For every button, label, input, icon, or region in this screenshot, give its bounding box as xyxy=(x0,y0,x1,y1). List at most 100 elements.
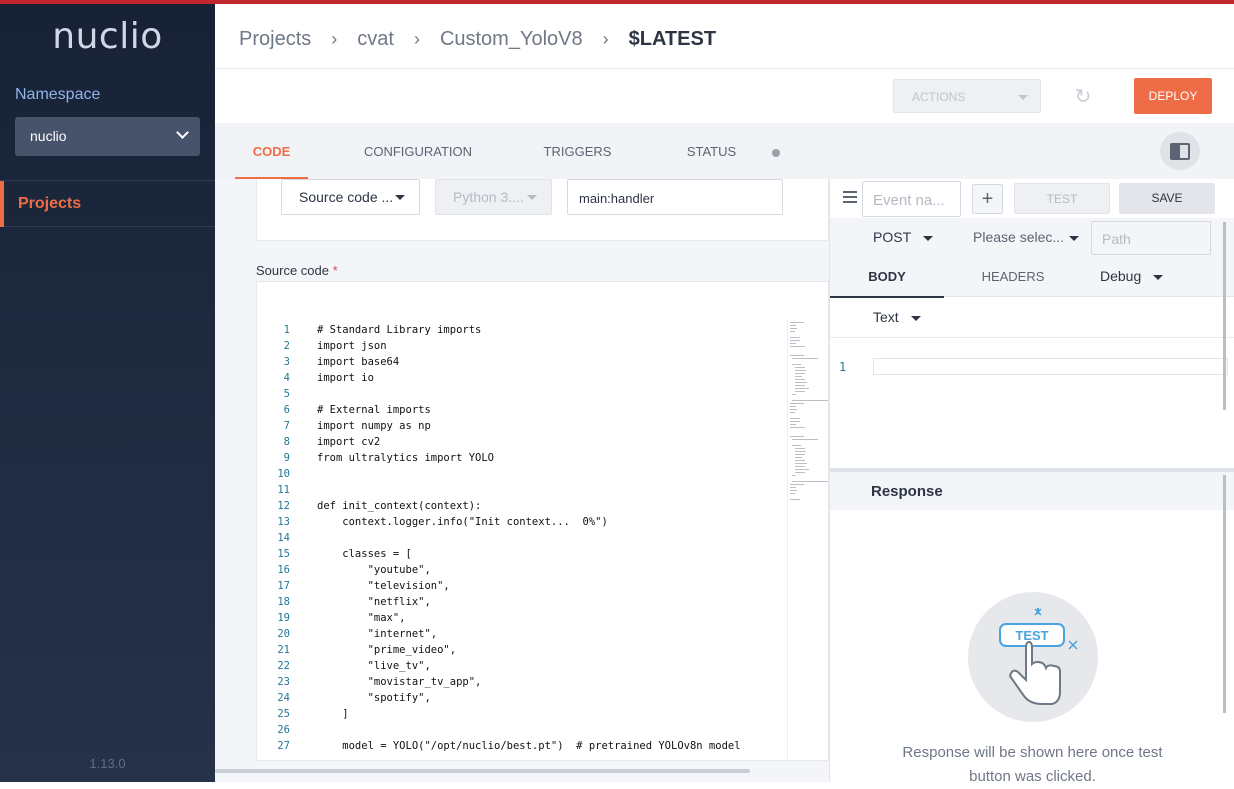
code-line[interactable]: 11 xyxy=(257,482,787,498)
deploy-button[interactable]: DEPLOY xyxy=(1134,78,1212,114)
code-lines[interactable]: 1 # Standard Library imports 2 import json 3… xyxy=(257,322,787,754)
breadcrumb-projects[interactable]: Projects xyxy=(239,28,311,51)
code-line[interactable]: 15 classes = [ xyxy=(257,546,787,562)
code-line[interactable]: 27 model = YOLO("/opt/nuclio/best.pt") #… xyxy=(257,738,787,754)
code-line[interactable]: 19 "max", xyxy=(257,610,787,626)
code-text: "spotify", xyxy=(317,692,431,704)
code-line[interactable]: 26 xyxy=(257,722,787,738)
minimap-line xyxy=(794,388,810,389)
body-format-select[interactable]: Text xyxy=(873,309,921,325)
code-line[interactable]: 16 "youtube", xyxy=(257,562,787,578)
handler-input[interactable]: main:handler xyxy=(567,179,783,215)
code-text: import cv2 xyxy=(317,436,381,448)
test-button[interactable]: TEST xyxy=(1014,183,1110,214)
minimap-line xyxy=(794,391,805,392)
add-event-button[interactable]: + xyxy=(972,184,1003,214)
line-number: 10 xyxy=(277,468,290,480)
code-line[interactable]: 23 "movistar_tv_app", xyxy=(257,674,787,690)
vertical-scrollbar[interactable] xyxy=(1223,222,1226,410)
code-line[interactable]: 4 import io xyxy=(257,370,787,386)
code-line[interactable]: 17 "television", xyxy=(257,578,787,594)
code-line[interactable]: 3 import base64 xyxy=(257,354,787,370)
code-line[interactable]: 20 "internet", xyxy=(257,626,787,642)
event-name-input[interactable]: Event na... xyxy=(862,181,961,217)
log-level-select[interactable]: Debug xyxy=(1100,268,1164,284)
sidebar-item-projects[interactable]: Projects xyxy=(0,180,215,227)
minimap-line xyxy=(794,379,806,380)
code-line[interactable]: 6 # External imports xyxy=(257,402,787,418)
code-text: import base64 xyxy=(317,356,400,368)
panel-toggle-button[interactable] xyxy=(1160,132,1200,170)
minimap-line xyxy=(792,481,828,482)
vertical-scrollbar[interactable] xyxy=(1223,475,1226,713)
path-input[interactable]: Path xyxy=(1091,221,1211,255)
breadcrumb-project[interactable]: cvat xyxy=(357,28,394,51)
minimap-line xyxy=(790,499,800,500)
code-editor[interactable]: 1 # Standard Library imports 2 import json 3… xyxy=(256,281,829,761)
minimap-line xyxy=(794,466,805,467)
code-minimap[interactable] xyxy=(787,320,828,760)
minimap-line xyxy=(794,376,803,377)
code-line[interactable]: 5 xyxy=(257,386,787,402)
namespace-select[interactable]: nuclio xyxy=(15,117,200,156)
body-editor[interactable]: 1 xyxy=(830,337,1234,468)
code-text: ] xyxy=(317,708,349,720)
test-panel: Event na... + TEST SAVE POST Please sele… xyxy=(829,179,1234,785)
chevron-right-icon: › xyxy=(331,29,338,49)
refresh-icon[interactable]: ↻ xyxy=(1073,87,1093,107)
tab-code[interactable]: CODE xyxy=(235,123,308,179)
menu-icon[interactable] xyxy=(843,191,857,203)
method-select[interactable]: POST xyxy=(873,229,934,245)
content-type-select[interactable]: Please selec... xyxy=(973,229,1080,245)
minimap-line xyxy=(794,448,805,449)
namespace-value: nuclio xyxy=(30,128,67,144)
code-line[interactable]: 9 from ultralytics import YOLO xyxy=(257,450,787,466)
header: Projects › cvat › Custom_YoloV8 › $LATES… xyxy=(215,4,1234,69)
source-code-value: Source code ... xyxy=(299,189,394,205)
minimap-line xyxy=(790,418,800,419)
minimap-line xyxy=(794,469,810,470)
code-line[interactable]: 24 "spotify", xyxy=(257,690,787,706)
minimap-line xyxy=(790,406,797,407)
code-line[interactable]: 1 # Standard Library imports xyxy=(257,322,787,338)
code-line[interactable]: 12 def init_context(context): xyxy=(257,498,787,514)
minimap-line xyxy=(794,370,807,371)
horizontal-scrollbar[interactable] xyxy=(215,769,750,773)
tab-body[interactable]: BODY xyxy=(830,259,944,298)
minimap-line xyxy=(792,364,801,365)
caret-down-icon xyxy=(1018,95,1028,100)
tab-status[interactable]: STATUS xyxy=(679,123,744,179)
caret-down-icon xyxy=(1069,235,1080,241)
code-line[interactable]: 14 xyxy=(257,530,787,546)
save-button[interactable]: SAVE xyxy=(1119,183,1215,214)
minimap-line xyxy=(794,472,805,473)
code-line[interactable]: 18 "netflix", xyxy=(257,594,787,610)
minimap-line xyxy=(790,343,796,344)
code-line[interactable]: 10 xyxy=(257,466,787,482)
app-logo[interactable]: nuclio xyxy=(0,16,215,57)
tab-headers[interactable]: HEADERS xyxy=(958,259,1068,297)
runtime-select[interactable]: Python 3.... xyxy=(435,179,552,215)
line-number: 19 xyxy=(277,612,290,624)
body-format-value: Text xyxy=(873,309,899,325)
tab-configuration[interactable]: CONFIGURATION xyxy=(363,123,473,179)
source-code-select[interactable]: Source code ... xyxy=(281,179,420,215)
code-panel: Source code ... Python 3.... main:handle… xyxy=(215,179,829,782)
sidebar: nuclio Namespace nuclio Projects 1.13.0 xyxy=(0,4,215,782)
code-line[interactable]: 7 import numpy as np xyxy=(257,418,787,434)
code-line[interactable]: 25 ] xyxy=(257,706,787,722)
code-line[interactable]: 2 import json xyxy=(257,338,787,354)
code-line[interactable]: 22 "live_tv", xyxy=(257,658,787,674)
source-code-label: Source code * xyxy=(256,263,338,278)
code-line[interactable]: 21 "prime_video", xyxy=(257,642,787,658)
tab-triggers[interactable]: TRIGGERS xyxy=(540,123,615,179)
code-line[interactable]: 8 import cv2 xyxy=(257,434,787,450)
code-text: "max", xyxy=(317,612,406,624)
breadcrumb-version[interactable]: $LATEST xyxy=(629,28,716,51)
actions-dropdown[interactable]: ACTIONS xyxy=(893,79,1041,113)
code-text: import numpy as np xyxy=(317,420,431,432)
body-input-line[interactable] xyxy=(873,358,1228,375)
minimap-line xyxy=(794,367,805,368)
breadcrumb-function[interactable]: Custom_YoloV8 xyxy=(440,28,583,51)
code-line[interactable]: 13 context.logger.info("Init context... … xyxy=(257,514,787,530)
